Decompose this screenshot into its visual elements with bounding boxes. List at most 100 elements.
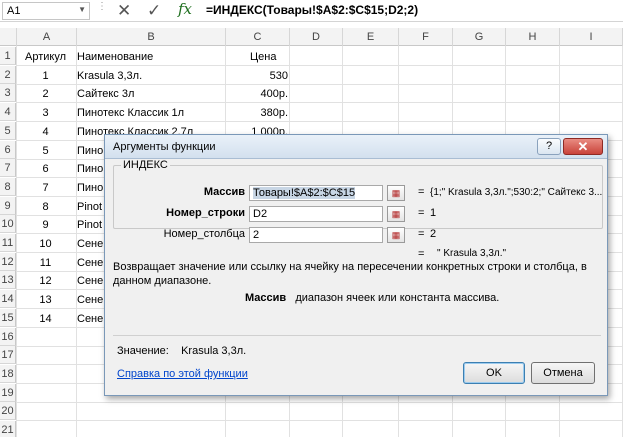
cell-articul[interactable]: 7 — [17, 179, 74, 197]
col-num-input-value: 2 — [253, 229, 260, 241]
column-header[interactable]: I — [560, 28, 623, 46]
cell-name[interactable]: Пино — [77, 142, 103, 160]
row-header[interactable]: 19 — [0, 383, 16, 402]
row-header[interactable]: 12 — [0, 252, 16, 271]
arg-label-row-num: Номер_строки — [166, 207, 245, 219]
column-header[interactable]: A — [17, 28, 77, 46]
insert-function-button[interactable]: fx — [178, 0, 192, 18]
function-name: ИНДЕКС — [121, 159, 170, 171]
header-cell-articul[interactable]: Артикул — [17, 48, 74, 66]
corner-cell[interactable] — [0, 28, 17, 46]
dialog-titlebar[interactable]: Аргументы функции ? ✕ — [105, 135, 607, 159]
arg-label-array: Массив — [203, 186, 245, 198]
cell-name[interactable]: Пинотекс Классик 1л — [77, 104, 184, 122]
row-header[interactable]: 13 — [0, 271, 16, 290]
cell-name[interactable]: Пино — [77, 179, 103, 197]
grid-line — [16, 401, 623, 403]
cell-articul[interactable]: 6 — [17, 160, 74, 178]
column-header[interactable]: F — [399, 28, 453, 46]
row-header[interactable]: 16 — [0, 327, 16, 346]
row-header[interactable]: 10 — [0, 215, 16, 234]
cell-price[interactable]: 380р. — [226, 104, 290, 122]
cell-articul[interactable]: 2 — [17, 85, 74, 103]
cell-articul[interactable]: 10 — [17, 235, 74, 253]
cell-name[interactable]: Сене — [77, 235, 103, 253]
cell-articul[interactable]: 9 — [17, 216, 74, 234]
column-header[interactable]: H — [506, 28, 560, 46]
cell-name[interactable]: Сайтекс 3л — [77, 85, 134, 103]
header-cell-name[interactable]: Наименование — [77, 48, 153, 66]
cell-name[interactable]: Пино — [77, 160, 103, 178]
cell-articul[interactable]: 12 — [17, 272, 74, 290]
cell-name[interactable]: Сене — [77, 291, 103, 309]
cell-name[interactable]: Сене — [77, 272, 103, 290]
row-header[interactable]: 18 — [0, 364, 16, 383]
cell-name[interactable]: Сене — [77, 310, 103, 328]
row-header[interactable]: 7 — [0, 159, 16, 178]
col-num-result: 2 — [430, 228, 437, 240]
cell-articul[interactable]: 14 — [17, 310, 74, 328]
cell-name[interactable]: Сене — [77, 254, 103, 272]
checkmark-icon[interactable]: ✓ — [147, 1, 161, 21]
cell-articul[interactable]: 3 — [17, 104, 74, 122]
row-header[interactable]: 1 — [0, 47, 16, 65]
help-button[interactable]: ? — [537, 138, 561, 155]
grid-line — [16, 420, 623, 422]
collapse-dialog-icon[interactable]: ▦ — [387, 185, 405, 201]
argument-description: Массив диапазон ячеек или константа масс… — [245, 292, 499, 304]
function-description: Возвращает значение или ссылку на ячейку… — [113, 261, 587, 287]
column-header[interactable]: E — [343, 28, 399, 46]
header-cell-price[interactable]: Цена — [250, 48, 276, 66]
cell-name[interactable]: Pinot — [77, 198, 102, 216]
value-label: Значение: — [117, 345, 169, 357]
row-header[interactable]: 15 — [0, 308, 16, 327]
row-header[interactable]: 5 — [0, 121, 16, 140]
row-header[interactable]: 3 — [0, 84, 16, 103]
column-header[interactable]: G — [453, 28, 506, 46]
name-box[interactable]: A1 ▼ — [2, 2, 90, 20]
cell-articul[interactable]: 4 — [17, 123, 74, 141]
cell-articul[interactable]: 13 — [17, 291, 74, 309]
row-header[interactable]: 11 — [0, 234, 16, 252]
row-header[interactable]: 17 — [0, 346, 16, 365]
ok-button[interactable]: OK — [463, 362, 525, 384]
row-header[interactable]: 9 — [0, 196, 16, 215]
function-arguments-dialog: Аргументы функции ? ✕ ИНДЕКС Массив Това… — [104, 134, 608, 396]
argument-help: диапазон ячеек или константа массива. — [295, 292, 500, 304]
cell-price[interactable]: 400р. — [226, 85, 290, 103]
row-header[interactable]: 6 — [0, 140, 16, 159]
equals-sign: = — [418, 186, 425, 198]
collapse-dialog-icon[interactable]: ▦ — [387, 206, 405, 222]
value-text: Krasula 3,3л. — [181, 345, 247, 357]
cell-articul[interactable]: 1 — [17, 67, 74, 85]
help-on-function-link[interactable]: Справка по этой функции — [117, 368, 248, 380]
column-header[interactable]: C — [226, 28, 290, 46]
arg-label-col-num: Номер_столбца — [163, 228, 245, 240]
row-header[interactable]: 4 — [0, 103, 16, 122]
cell-name[interactable]: Krasula 3,3л. — [77, 67, 142, 85]
cell-articul[interactable]: 11 — [17, 254, 74, 272]
cell-articul[interactable]: 5 — [17, 142, 74, 160]
row-header[interactable]: 21 — [0, 421, 16, 437]
formula-bar-grip-icon[interactable]: ⋮ — [97, 2, 107, 17]
formula-result: " Krasula 3,3л." — [437, 248, 507, 259]
column-header[interactable]: D — [290, 28, 343, 46]
excel-window: A1 ▼ ⋮ ✕ ✓ fx =ИНДЕКС(Товары!$A$2:$C$15;… — [0, 0, 623, 437]
array-input[interactable]: Товары!$A$2:$C$15 — [249, 185, 383, 201]
cell-articul[interactable]: 8 — [17, 198, 74, 216]
chevron-down-icon[interactable]: ▼ — [78, 5, 86, 14]
cell-price[interactable]: 530 — [226, 67, 290, 85]
row-header[interactable]: 8 — [0, 177, 16, 196]
cell-name[interactable]: Pinot — [77, 216, 102, 234]
row-header[interactable]: 20 — [0, 402, 16, 421]
cancel-button[interactable]: Отмена — [531, 362, 595, 384]
row-header[interactable]: 2 — [0, 65, 16, 84]
formula-input[interactable]: =ИНДЕКС(Товары!$A$2:$C$15;D2;2) — [206, 3, 418, 17]
row-header[interactable]: 14 — [0, 290, 16, 309]
col-num-input[interactable]: 2 — [249, 227, 383, 243]
close-button[interactable]: ✕ — [563, 138, 603, 155]
column-header[interactable]: B — [77, 28, 226, 46]
cancel-icon[interactable]: ✕ — [117, 1, 131, 21]
row-num-input[interactable]: D2 — [249, 206, 383, 222]
collapse-dialog-icon[interactable]: ▦ — [387, 227, 405, 243]
